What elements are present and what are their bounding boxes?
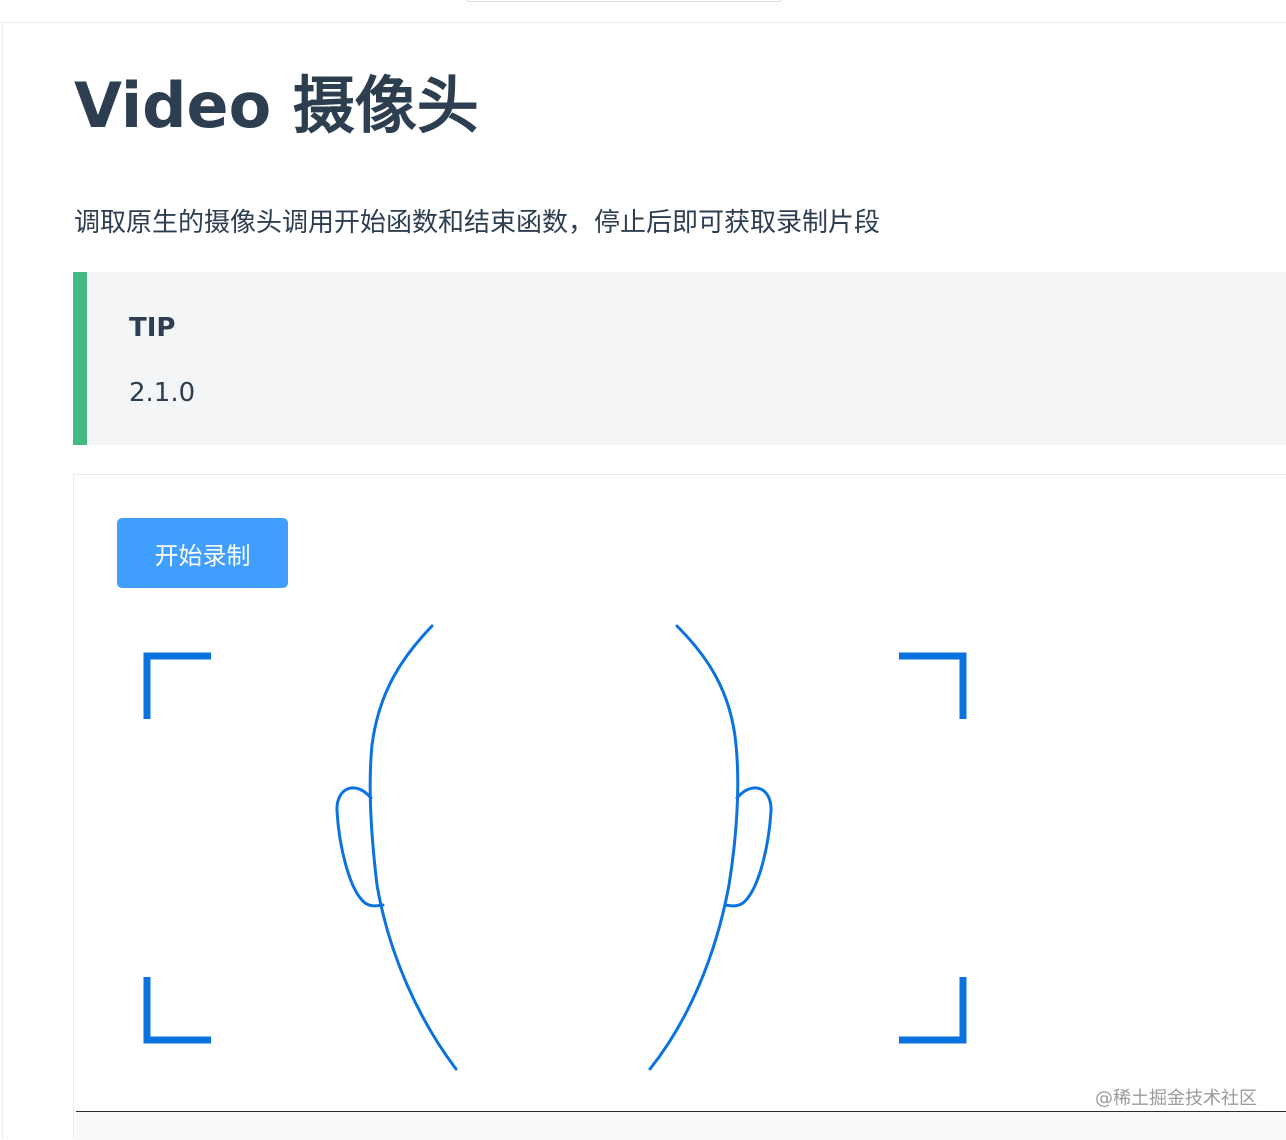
- search-box-edge[interactable]: [463, 0, 785, 2]
- head-left-contour: [368, 624, 458, 1071]
- corner-top-left: [143, 652, 211, 719]
- tip-block: TIP 2.1.0: [73, 272, 1286, 445]
- corner-top-right: [899, 652, 967, 719]
- corner-bottom-right: [899, 977, 967, 1044]
- right-ear: [723, 786, 773, 908]
- page-description: 调取原生的摄像头调用开始函数和结束函数，停止后即可获取录制片段: [74, 208, 881, 238]
- demo-card: 开始录制: [73, 474, 1286, 1140]
- page-title: Video 摄像头: [74, 69, 479, 142]
- tip-version-text: 2.1.0: [129, 378, 196, 408]
- tip-title: TIP: [129, 313, 176, 343]
- face-outline: [335, 624, 773, 1071]
- head-right-contour: [648, 624, 740, 1071]
- top-bar: [0, 0, 1286, 23]
- demo-card-footer: [76, 1112, 1286, 1140]
- camera-frame-corners: [143, 652, 967, 1044]
- face-guide-overlay: [143, 624, 967, 1071]
- sidebar-divider: [2, 22, 3, 1139]
- corner-bottom-left: [143, 977, 211, 1044]
- watermark-text: @稀土掘金技术社区: [1095, 1088, 1257, 1109]
